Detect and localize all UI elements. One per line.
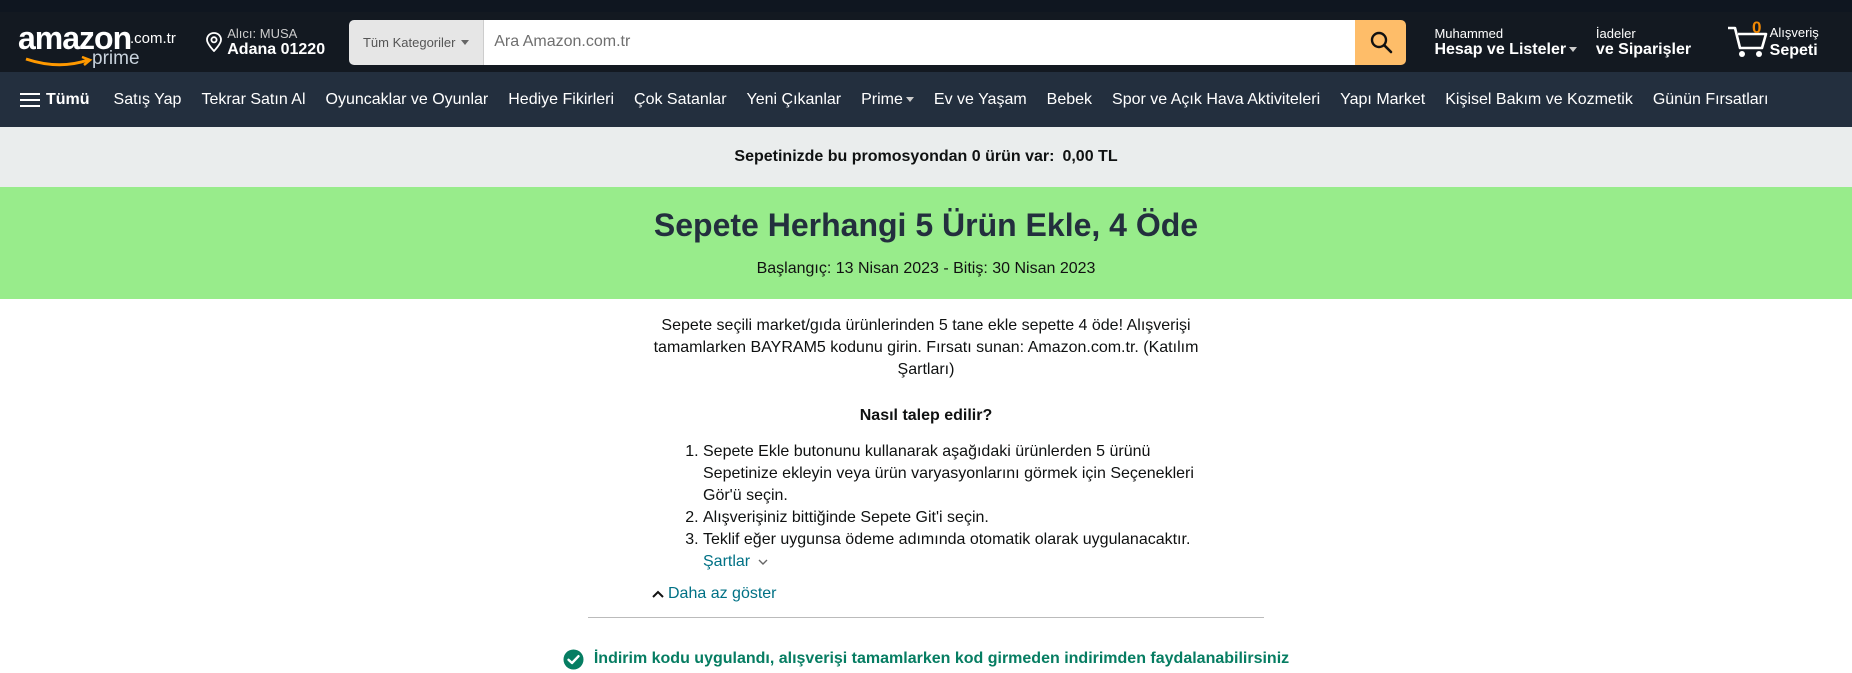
cart-link[interactable]: 0 Alışveriş Sepeti — [1726, 17, 1852, 67]
nav-item-prime-label: Prime — [861, 90, 903, 108]
nav-item-prime[interactable]: Prime — [861, 91, 914, 109]
returns-orders-link[interactable]: İadeler ve Siparişler — [1596, 26, 1708, 59]
nav-item-todays-deals[interactable]: Günün Fırsatları — [1653, 91, 1769, 109]
search-category-label: Tüm Kategoriler — [362, 34, 456, 50]
deliver-location: Adana 01220 — [227, 40, 326, 58]
nav-item-new-releases[interactable]: Yeni Çıkanlar — [747, 91, 842, 109]
check-circle-icon — [563, 649, 584, 669]
account-lists-menu[interactable]: Muhammed Hesap ve Listeler — [1434, 26, 1589, 59]
nav-item-gift-ideas[interactable]: Hediye Fikirleri — [508, 91, 614, 109]
amazon-logo[interactable]: amazon .com.tr prime — [14, 16, 177, 69]
logo-tld: .com.tr — [130, 30, 176, 47]
search-button[interactable] — [1355, 19, 1407, 65]
nav-item-sports-outdoors[interactable]: Spor ve Açık Hava Aktiviteleri — [1112, 91, 1320, 109]
top-navbar: amazon .com.tr prime Alıcı: MUSA Adana 0… — [0, 12, 1852, 72]
all-menu-button[interactable]: Tümü — [20, 91, 90, 109]
caret-down-icon — [905, 96, 914, 102]
nav-item-home-living[interactable]: Ev ve Yaşam — [934, 91, 1027, 109]
promo-title: Sepete Herhangi 5 Ürün Ekle, 4 Öde — [653, 207, 1199, 243]
location-pin-icon — [206, 32, 223, 52]
nav-item-personal-care[interactable]: Kişisel Bakım ve Kozmetik — [1445, 91, 1633, 109]
promo-hero: Sepete Herhangi 5 Ürün Ekle, 4 Öde Başla… — [0, 187, 1852, 299]
secondary-nav: Tümü Satış Yap Tekrar Satın Al Oyuncakla… — [0, 72, 1852, 127]
nav-item-diy[interactable]: Yapı Market — [1340, 91, 1425, 109]
caret-down-icon — [461, 39, 470, 45]
terms-toggle[interactable]: Şartlar — [637, 551, 1215, 573]
account-label: Hesap ve Listeler — [1434, 40, 1567, 58]
orders-label: ve Siparişler — [1595, 40, 1692, 58]
caret-down-icon — [1569, 46, 1578, 52]
claim-step: Sepete Ekle butonunu kullanarak aşağıdak… — [703, 441, 1215, 507]
how-to-claim-heading: Nasıl talep edilir? — [859, 407, 993, 424]
account-name: Muhammed — [1434, 25, 1504, 41]
smile-arrow-icon — [25, 56, 93, 67]
logo-prime: prime — [92, 48, 140, 69]
promo-dates: Başlangıç: 13 Nisan 2023 - Bitiş: 30 Nis… — [756, 260, 1096, 277]
nav-item-toys[interactable]: Oyuncaklar ve Oyunlar — [326, 91, 489, 109]
all-menu-label: Tümü — [46, 90, 90, 108]
nav-item-sell[interactable]: Satış Yap — [114, 91, 182, 109]
cart-label-line1: Alışveriş — [1769, 25, 1819, 40]
search-bar: Tüm Kategoriler — [349, 19, 1407, 65]
cart-count: 0 — [1751, 18, 1762, 37]
show-less-toggle[interactable]: Daha az göster — [588, 583, 1264, 618]
promo-summary-amount: 0,00 TL — [1062, 148, 1118, 165]
discount-applied-notice: İndirim kodu uygulandı, alışverişi tamam… — [476, 648, 1376, 670]
show-less-label: Daha az göster — [668, 585, 777, 602]
promo-description: Sepete seçili market/gıda ürünlerinden 5… — [653, 317, 1199, 378]
promo-summary-bar: Sepetinizde bu promosyondan 0 ürün var: … — [0, 127, 1852, 187]
nav-item-buy-again[interactable]: Tekrar Satın Al — [201, 91, 305, 109]
promo-details: Sepete seçili market/gıda ürünlerinden 5… — [563, 315, 1289, 670]
chevron-down-icon — [758, 559, 768, 565]
search-icon — [1370, 31, 1393, 54]
nav-item-baby[interactable]: Bebek — [1047, 91, 1092, 109]
chevron-up-icon — [652, 590, 664, 598]
claim-step: Teklif eğer uygunsa ödeme adımında otoma… — [703, 529, 1215, 551]
hamburger-icon — [20, 92, 40, 107]
deliver-label: Alıcı: MUSA — [227, 25, 298, 41]
claim-step: Alışverişiniz bittiğinde Sepete Git'i se… — [703, 507, 1215, 529]
terms-link: Şartlar — [703, 553, 751, 570]
nav-item-best-sellers[interactable]: Çok Satanlar — [634, 91, 727, 109]
cart-label-line2: Sepeti — [1769, 42, 1818, 59]
claim-steps: Sepete Ekle butonunu kullanarak aşağıdak… — [637, 441, 1215, 551]
returns-label: İadeler — [1595, 25, 1636, 41]
search-input[interactable] — [484, 19, 1356, 65]
search-category-dropdown[interactable]: Tüm Kategoriler — [349, 19, 485, 65]
promo-summary-text: Sepetinizde bu promosyondan 0 ürün var: — [734, 148, 1055, 165]
discount-applied-text: İndirim kodu uygulandı, alışverişi tamam… — [593, 650, 1290, 667]
deliver-to[interactable]: Alıcı: MUSA Adana 01220 — [205, 26, 343, 59]
top-strip — [0, 0, 1852, 12]
